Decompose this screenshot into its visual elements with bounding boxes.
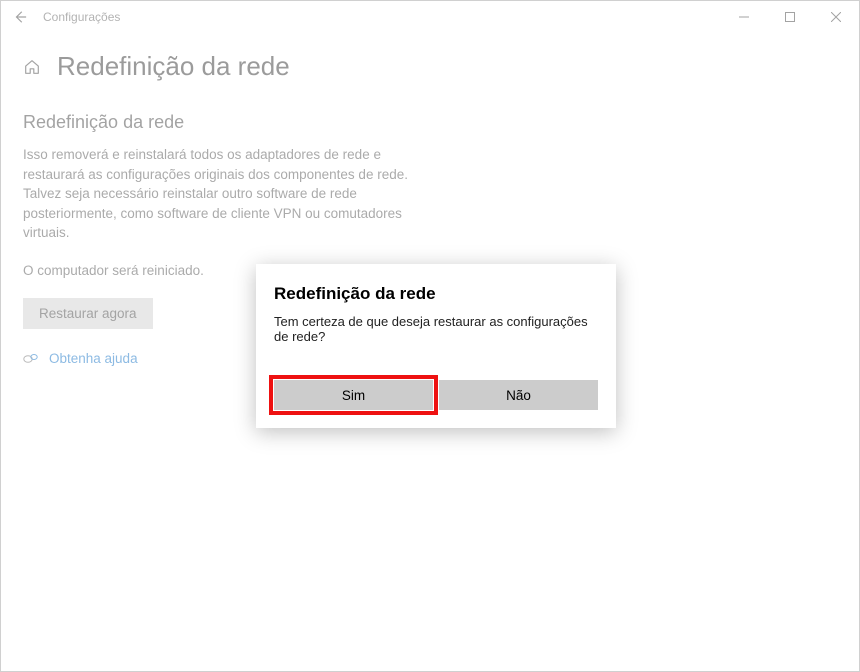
yes-button[interactable]: Sim bbox=[274, 380, 433, 410]
section-title: Redefinição da rede bbox=[23, 112, 837, 133]
maximize-button[interactable] bbox=[767, 1, 813, 33]
dialog-buttons: Sim Não bbox=[274, 380, 598, 410]
minimize-button[interactable] bbox=[721, 1, 767, 33]
section-body: Isso removerá e reinstalará todos os ada… bbox=[23, 145, 443, 243]
back-icon[interactable] bbox=[13, 10, 27, 24]
window-controls bbox=[721, 1, 859, 33]
help-icon bbox=[23, 351, 39, 367]
home-icon[interactable] bbox=[23, 58, 41, 76]
confirm-dialog: Redefinição da rede Tem certeza de que d… bbox=[256, 264, 616, 428]
app-name: Configurações bbox=[43, 10, 120, 24]
no-button-wrap: Não bbox=[439, 380, 598, 410]
yes-button-wrap: Sim bbox=[274, 380, 433, 410]
dialog-title: Redefinição da rede bbox=[274, 284, 598, 304]
no-button[interactable]: Não bbox=[439, 380, 598, 410]
reset-now-button[interactable]: Restaurar agora bbox=[23, 298, 153, 329]
settings-window: Configurações Redefinição da rede Redefi… bbox=[0, 0, 860, 672]
page-header: Redefinição da rede bbox=[23, 51, 837, 82]
dialog-message: Tem certeza de que deseja restaurar as c… bbox=[274, 314, 598, 344]
close-button[interactable] bbox=[813, 1, 859, 33]
titlebar: Configurações bbox=[1, 1, 859, 33]
titlebar-left: Configurações bbox=[1, 10, 120, 24]
get-help-link[interactable]: Obtenha ajuda bbox=[49, 351, 138, 366]
page-title: Redefinição da rede bbox=[57, 51, 290, 82]
